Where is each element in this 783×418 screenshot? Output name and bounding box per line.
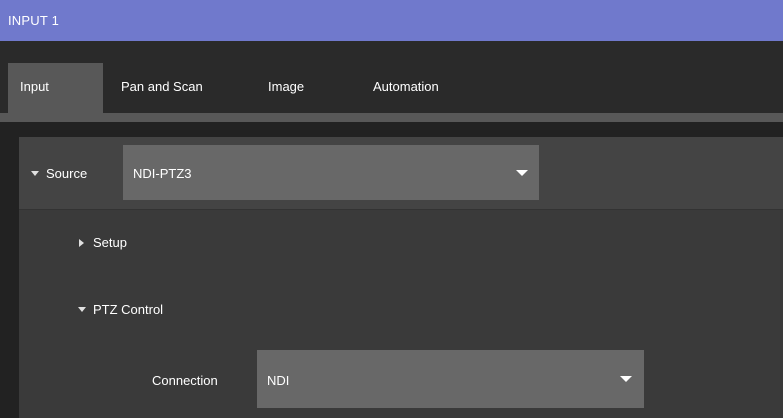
divider (19, 209, 783, 210)
triangle-down-icon (78, 307, 86, 313)
window-title: INPUT 1 (8, 13, 60, 28)
chevron-down-icon (620, 376, 632, 382)
triangle-right-icon (79, 238, 84, 247)
source-dropdown[interactable]: NDI-PTZ3 (123, 145, 539, 200)
tab-bar: Input Pan and Scan Image Automation (0, 41, 783, 131)
tab-pan-and-scan-label: Pan and Scan (121, 79, 203, 94)
source-label: Source (46, 166, 88, 181)
settings-panel: Source NDI-PTZ3 Setup PTZ Control Connec… (19, 137, 783, 418)
triangle-down-icon (31, 171, 39, 177)
chevron-down-icon (516, 170, 528, 176)
ptz-control-toggle[interactable]: PTZ Control (78, 302, 163, 317)
connection-label: Connection (152, 373, 218, 388)
ptz-control-label: PTZ Control (93, 302, 164, 317)
tab-input-label: Input (20, 79, 49, 94)
source-toggle[interactable]: Source (31, 166, 87, 181)
tab-image-label: Image (268, 79, 305, 94)
setup-toggle[interactable]: Setup (79, 235, 127, 250)
source-dropdown-value: NDI-PTZ3 (133, 166, 192, 181)
setup-label: Setup (93, 235, 127, 250)
connection-dropdown-value: NDI (267, 373, 290, 388)
tab-automation-label: Automation (373, 79, 439, 94)
window-title-bar: INPUT 1 (0, 0, 783, 41)
tab-underline (0, 113, 783, 122)
connection-dropdown[interactable]: NDI (257, 350, 644, 408)
source-row: Source NDI-PTZ3 (19, 137, 783, 209)
